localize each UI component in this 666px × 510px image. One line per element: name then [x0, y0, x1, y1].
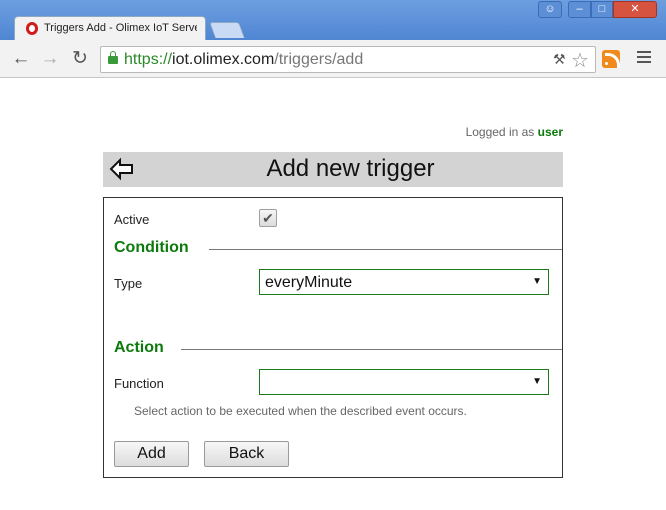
chevron-down-icon: ▼ — [532, 376, 542, 387]
logged-in-prefix: Logged in as — [465, 125, 535, 139]
type-select-value: everyMinute — [265, 274, 353, 291]
chevron-down-icon: ▼ — [532, 276, 542, 287]
url-text: https://iot.olimex.com/triggers/add — [124, 51, 364, 68]
profile-icon[interactable]: ☺ — [538, 1, 562, 18]
condition-section-title: Condition — [114, 239, 189, 256]
trigger-form: Active ✔ Condition Type everyMinute ▼ Ac… — [103, 197, 563, 478]
logged-in-status: Logged in as user — [420, 125, 563, 139]
address-bar[interactable]: https://iot.olimex.com/triggers/add ⚒ ☆ — [100, 46, 596, 73]
browser-titlebar: Triggers Add - Olimex IoT Server ☺ – □ ✕ — [0, 0, 666, 40]
menu-icon[interactable] — [637, 51, 651, 65]
active-checkbox[interactable]: ✔ — [259, 209, 277, 227]
reload-icon[interactable]: ↻ — [70, 49, 90, 69]
close-window-button[interactable]: ✕ — [613, 1, 657, 18]
page-title: Add new trigger — [266, 155, 435, 182]
tab-title: Triggers Add - Olimex IoT Server — [44, 22, 197, 34]
back-arrow-icon[interactable]: ← — [11, 49, 31, 69]
add-button[interactable]: Add — [114, 441, 189, 467]
browser-tab[interactable]: Triggers Add - Olimex IoT Server — [14, 16, 206, 40]
minimize-button[interactable]: – — [568, 1, 591, 18]
maximize-button[interactable]: □ — [591, 1, 613, 18]
function-hint: Select action to be executed when the de… — [134, 404, 467, 418]
condition-divider — [209, 249, 562, 250]
opera-favicon-icon — [26, 22, 38, 35]
function-select[interactable]: ▼ — [259, 369, 549, 395]
key-icon[interactable]: ⚒ — [553, 51, 566, 68]
lock-icon — [108, 51, 118, 64]
type-select[interactable]: everyMinute ▼ — [259, 269, 549, 295]
browser-toolbar: ← → ↻ https://iot.olimex.com/triggers/ad… — [0, 40, 666, 78]
bookmark-star-icon[interactable]: ☆ — [571, 48, 589, 73]
action-section-title: Action — [114, 339, 164, 356]
action-divider — [181, 349, 562, 350]
function-label: Function — [114, 376, 164, 391]
rss-feed-icon[interactable] — [602, 50, 620, 68]
page-header: Add new trigger — [103, 152, 563, 187]
type-label: Type — [114, 276, 143, 291]
active-label: Active — [114, 212, 150, 227]
logged-in-user: user — [537, 125, 563, 139]
new-tab-button[interactable] — [209, 22, 245, 38]
back-button[interactable]: Back — [204, 441, 289, 467]
forward-arrow-icon[interactable]: → — [40, 49, 60, 69]
